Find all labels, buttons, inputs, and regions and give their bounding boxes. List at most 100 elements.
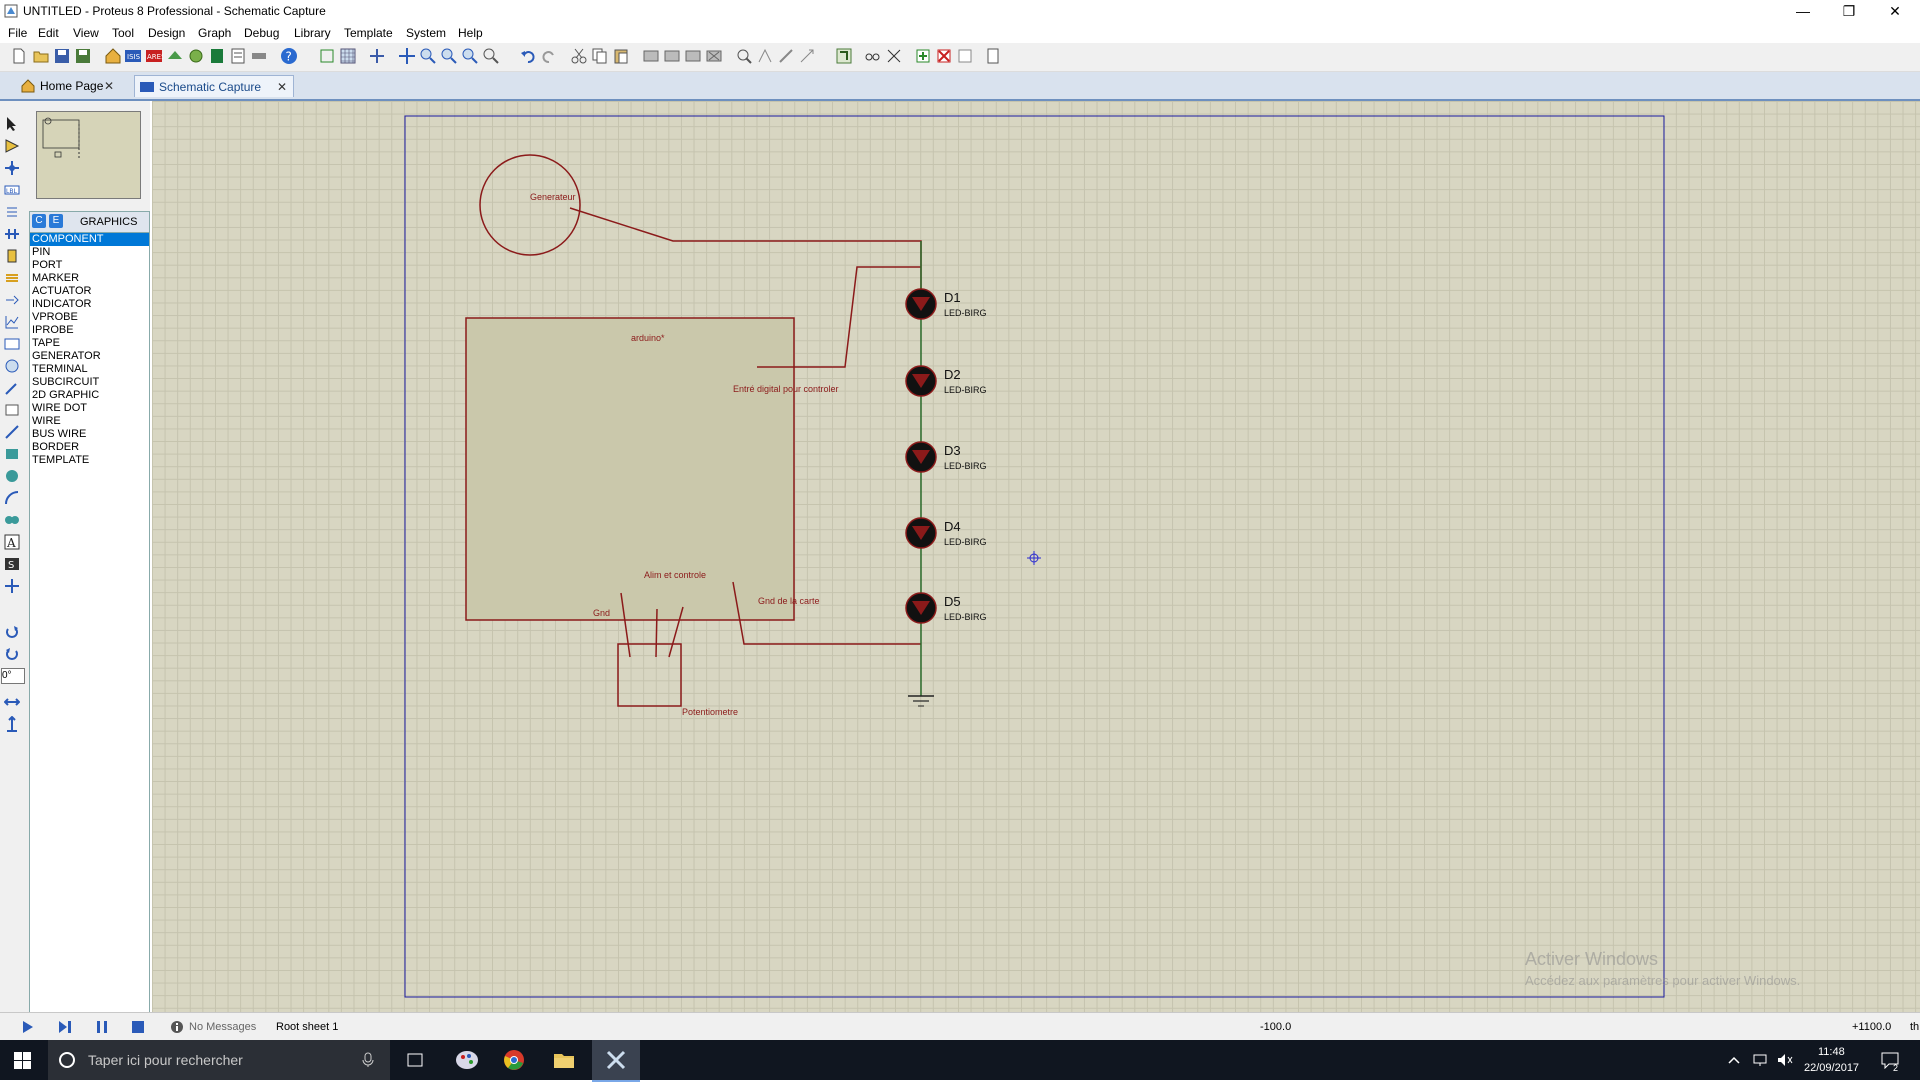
arduino-component[interactable]: arduino* Entré digital pour controler Al… [465,317,839,621]
undo-icon[interactable] [519,47,537,65]
block-copy-icon[interactable] [642,47,660,65]
windows-start-icon[interactable] [14,1052,31,1069]
pcb-layout-icon[interactable]: ARES [145,47,163,65]
list-item-vprobe[interactable]: VPROBE [30,311,149,324]
mirror-x-icon[interactable] [4,694,20,710]
mirror-y-icon[interactable] [4,716,20,732]
list-item-component[interactable]: COMPONENT [30,233,149,246]
home-icon[interactable] [104,47,122,65]
pan-icon[interactable] [398,47,416,65]
marker-mode-icon[interactable] [4,578,20,594]
help-icon[interactable]: ? [280,47,298,65]
menu-debug[interactable]: Debug [244,26,279,40]
tape-recorder-mode-icon[interactable] [4,336,20,352]
led-d4[interactable]: D4 LED-BIRG [905,517,987,549]
menu-system[interactable]: System [406,26,446,40]
box-mode-icon[interactable] [4,446,20,462]
ground-symbol[interactable] [908,695,934,707]
save-all-icon[interactable] [74,47,92,65]
source-code-icon[interactable] [250,47,268,65]
menu-file[interactable]: File [8,26,27,40]
library-manager-button[interactable]: E [49,214,63,228]
grid-toggle-icon[interactable] [339,47,357,65]
cut-icon[interactable] [570,47,588,65]
chrome-icon[interactable] [503,1049,525,1071]
menu-library[interactable]: Library [294,26,331,40]
wire-label-mode-icon[interactable]: LBL [4,182,20,198]
menu-template[interactable]: Template [344,26,393,40]
schematic-icon[interactable]: ISIS [124,47,142,65]
led-d2[interactable]: D2 LED-BIRG [905,365,987,397]
tab-home-page-close-icon[interactable]: ✕ [104,75,114,97]
device-pins-mode-icon[interactable] [4,292,20,308]
list-item-bus-wire[interactable]: BUS WIRE [30,428,149,441]
rotate-clockwise-icon[interactable] [4,624,20,640]
schematic-canvas[interactable]: Generateur arduino* Entré digital pour c… [152,101,1920,1012]
tray-chevron-up-icon[interactable] [1728,1055,1740,1065]
block-rotate-icon[interactable] [684,47,702,65]
menu-edit[interactable]: Edit [38,26,59,40]
taskbar-search[interactable]: Taper ici pour rechercher [48,1040,390,1080]
play-icon[interactable] [20,1019,36,1035]
redo-icon[interactable] [540,47,558,65]
search-tag-icon[interactable] [864,47,882,65]
junction-dot-mode-icon[interactable] [4,160,20,176]
list-item-wire-dot[interactable]: WIRE DOT [30,402,149,415]
arc-mode-icon[interactable] [4,490,20,506]
rotation-angle-field[interactable]: 0° [1,668,25,684]
zoom-out-icon[interactable] [440,47,458,65]
led-d3[interactable]: D3 LED-BIRG [905,441,987,473]
step-icon[interactable] [57,1019,73,1035]
file-explorer-icon[interactable] [553,1050,575,1070]
pick-device-icon[interactable] [735,47,753,65]
restore-button[interactable]: ❐ [1826,0,1872,23]
tab-schematic-capture[interactable]: Schematic Capture ✕ [134,75,294,97]
open-folder-icon[interactable] [32,47,50,65]
network-icon[interactable] [1752,1052,1770,1068]
list-item-tape[interactable]: TAPE [30,337,149,350]
menu-tool[interactable]: Tool [112,26,134,40]
3d-view-icon[interactable] [166,47,184,65]
package-tool-icon[interactable] [777,47,795,65]
list-item-generator[interactable]: GENERATOR [30,350,149,363]
list-item-iprobe[interactable]: IPROBE [30,324,149,337]
property-assign-icon[interactable] [885,47,903,65]
generator-mode-icon[interactable] [4,358,20,374]
menu-help[interactable]: Help [458,26,483,40]
menu-view[interactable]: View [73,26,99,40]
remove-sheet-icon[interactable] [935,47,953,65]
list-item-border[interactable]: BORDER [30,441,149,454]
terminals-mode-icon[interactable] [4,270,20,286]
text-script-mode-icon[interactable] [4,204,20,220]
line-mode-icon[interactable] [4,424,20,440]
zoom-all-icon[interactable] [461,47,479,65]
led-d5[interactable]: D5 LED-BIRG [905,592,987,624]
decompose-icon[interactable] [798,47,816,65]
microphone-icon[interactable] [362,1052,374,1068]
report-icon[interactable] [984,47,1002,65]
list-item-actuator[interactable]: ACTUATOR [30,285,149,298]
overview-window[interactable] [36,111,141,199]
block-move-icon[interactable] [663,47,681,65]
tab-home-page[interactable]: Home Page ✕ [16,75,120,97]
list-item-subcircuit[interactable]: SUBCIRCUIT [30,376,149,389]
rotate-anticlockwise-icon[interactable] [4,646,20,662]
bill-of-materials-icon[interactable] [229,47,247,65]
list-item-template[interactable]: TEMPLATE [30,454,149,467]
graph-mode-icon[interactable] [4,314,20,330]
list-item-indicator[interactable]: INDICATOR [30,298,149,311]
selection-mode-icon[interactable] [4,116,20,132]
minimize-button[interactable]: — [1780,0,1826,23]
voltage-probe-mode-icon[interactable] [4,380,20,396]
component-picker-button[interactable]: C [32,214,46,228]
clock-date[interactable]: 22/09/2017 [1804,1062,1859,1074]
path-mode-icon[interactable] [4,512,20,528]
close-button[interactable]: ✕ [1872,0,1918,23]
pause-icon[interactable] [94,1019,110,1035]
paste-icon[interactable] [612,47,630,65]
design-explorer-icon[interactable] [208,47,226,65]
menu-graph[interactable]: Graph [198,26,231,40]
menu-design[interactable]: Design [148,26,185,40]
new-sheet-icon[interactable] [914,47,932,65]
component-mode-icon[interactable] [4,138,20,154]
